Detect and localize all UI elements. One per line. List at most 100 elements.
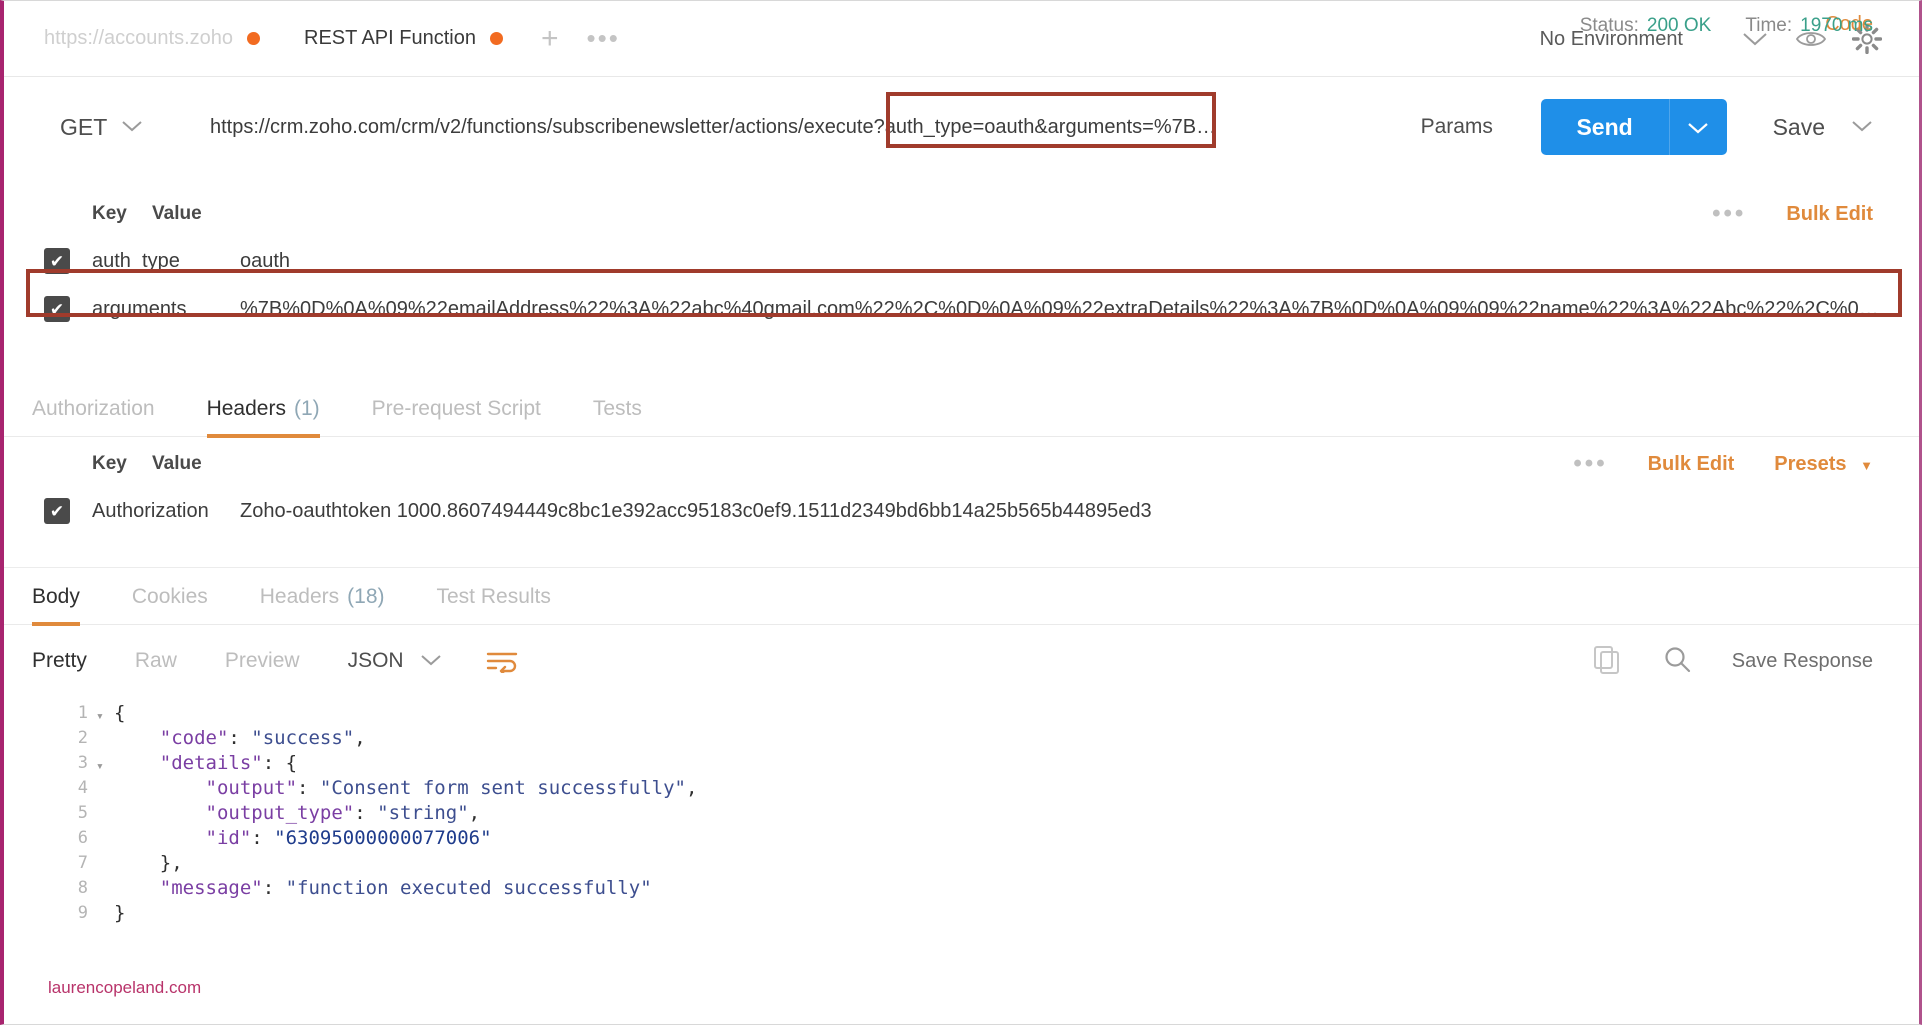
- params-row-key[interactable]: auth_type: [92, 250, 240, 273]
- method-selector[interactable]: GET: [60, 114, 210, 141]
- format-label: JSON: [347, 649, 404, 672]
- tab-label: Headers: [259, 584, 340, 608]
- send-group: Send: [1540, 99, 1727, 155]
- tab-label: Test Results: [436, 584, 551, 608]
- caret-down-icon: ▼: [1860, 457, 1873, 473]
- tab-body[interactable]: Body: [32, 569, 80, 626]
- headers-row-key[interactable]: Authorization: [92, 500, 240, 523]
- tab-count: (18): [347, 584, 385, 608]
- tab-cookies[interactable]: Cookies: [132, 569, 208, 625]
- fold-toggle-icon[interactable]: ▾: [96, 751, 114, 779]
- code-line: 8 "message": "function executed successf…: [4, 876, 1919, 901]
- tab-label: Body: [32, 584, 80, 608]
- status-badge: Status: 200 OK: [1580, 15, 1712, 37]
- tab-authorization[interactable]: Authorization: [32, 381, 155, 437]
- request-tab-accounts[interactable]: https://accounts.zoho: [22, 1, 282, 77]
- table-row[interactable]: ✔ Authorization Zoho-oauthtoken 1000.860…: [4, 487, 1919, 535]
- tab-pre-request-script[interactable]: Pre-request Script: [372, 381, 541, 437]
- tab-label: Cookies: [131, 584, 208, 608]
- code-line: 2 "code": "success",: [4, 726, 1919, 751]
- code-line: 3 ▾ "details": {: [4, 751, 1919, 776]
- view-pretty-button[interactable]: Pretty: [32, 649, 87, 673]
- tab-strip: https://accounts.zoho REST API Function …: [4, 1, 1919, 77]
- params-row-key[interactable]: arguments: [92, 298, 240, 321]
- headers-row-value[interactable]: Zoho-oauthtoken 1000.8607494449c8bc1e392…: [240, 500, 1919, 523]
- view-preview-button[interactable]: Preview: [225, 649, 300, 673]
- params-toggle[interactable]: Params: [1401, 115, 1541, 139]
- params-row-value[interactable]: %7B%0D%0A%09%22emailAddress%22%3A%22abc%…: [240, 298, 1919, 321]
- fold-toggle-icon[interactable]: ▾: [96, 701, 114, 729]
- tab-label: Headers: [206, 396, 286, 420]
- watermark: laurencopeland.com: [48, 978, 202, 997]
- code-text: }: [114, 902, 126, 924]
- tab-test-results[interactable]: Test Results: [437, 569, 551, 625]
- code-text: "code": "success",: [159, 727, 366, 749]
- response-status-area: Status: 200 OK Time: 1970 ms: [1580, 15, 1873, 37]
- line-number: 3: [77, 753, 88, 773]
- ellipsis-icon[interactable]: •••: [1573, 451, 1607, 476]
- send-options-chevron-down-icon[interactable]: [1668, 99, 1727, 155]
- code-line: 4 "output": "Consent form sent successfu…: [4, 776, 1919, 801]
- chevron-down-icon: [121, 119, 143, 136]
- new-tab-button[interactable]: +: [525, 23, 575, 54]
- tab-response-headers[interactable]: Headers (18): [260, 569, 385, 625]
- code-text: "output": "Consent form sent successfull…: [205, 777, 698, 799]
- params-bulk-edit-button[interactable]: Bulk Edit: [1786, 203, 1873, 226]
- line-number: 8: [77, 878, 88, 898]
- url-input[interactable]: https://crm.zoho.com/crm/v2/functions/su…: [210, 116, 1230, 139]
- checkbox-checked-icon: ✔: [44, 498, 70, 524]
- code-text: },: [159, 852, 183, 874]
- tab-tests[interactable]: Tests: [593, 381, 642, 437]
- line-number: 5: [77, 803, 88, 823]
- response-actions: Save Response: [1592, 644, 1873, 679]
- request-tab-rest-api-function[interactable]: REST API Function: [282, 1, 525, 77]
- method-label: GET: [60, 113, 108, 140]
- save-response-button[interactable]: Save Response: [1732, 650, 1873, 673]
- code-line: 7 },: [4, 851, 1919, 876]
- save-button[interactable]: Save: [1773, 114, 1825, 141]
- headers-row-checkbox[interactable]: ✔: [4, 498, 92, 524]
- tab-label: Pre-request Script: [371, 396, 541, 420]
- headers-presets-button[interactable]: Presets ▼: [1774, 453, 1873, 476]
- ellipsis-icon[interactable]: •••: [1712, 201, 1746, 226]
- tab-headers[interactable]: Headers (1): [206, 381, 320, 438]
- format-selector[interactable]: JSON: [348, 649, 442, 673]
- tab-options-ellipsis-icon[interactable]: •••: [574, 25, 631, 50]
- url-input-wrap: https://crm.zoho.com/crm/v2/functions/su…: [210, 91, 1401, 163]
- chevron-down-icon: [420, 653, 442, 669]
- headers-table: Key Value ••• Bulk Edit Presets ▼ ✔ Auth…: [4, 441, 1919, 535]
- response-body-code[interactable]: 1 ▾{2 "code": "success", 3 ▾ "details": {4 …: [4, 701, 1919, 964]
- params-row-checkbox[interactable]: ✔: [4, 248, 92, 274]
- params-row-checkbox[interactable]: ✔: [4, 296, 92, 322]
- tab-label: Tests: [592, 396, 642, 420]
- tab-label: Authorization: [32, 396, 155, 420]
- params-row-value[interactable]: oauth: [240, 250, 1919, 273]
- view-raw-button[interactable]: Raw: [135, 649, 177, 673]
- params-col-key: Key: [92, 203, 127, 224]
- copy-icon[interactable]: [1592, 644, 1622, 679]
- search-icon[interactable]: [1662, 644, 1692, 679]
- response-section-tabs: Body Cookies Headers (18) Test Results: [4, 569, 1919, 626]
- request-section-tabs: Authorization Headers (1) Pre-request Sc…: [4, 381, 1919, 438]
- word-wrap-icon[interactable]: [486, 649, 518, 673]
- table-row[interactable]: ✔ arguments %7B%0D%0A%09%22emailAddress%…: [4, 285, 1919, 333]
- line-number: 4: [77, 778, 88, 798]
- line-number: 7: [77, 853, 88, 873]
- time-label: Time:: [1745, 15, 1793, 36]
- code-text: "output_type": "string",: [205, 802, 481, 824]
- unsaved-dot-icon: [489, 32, 503, 45]
- code-line: 5 "output_type": "string",: [4, 801, 1919, 826]
- status-label: Status:: [1579, 15, 1639, 36]
- send-button[interactable]: Send: [1540, 99, 1669, 155]
- checkbox-checked-icon: ✔: [44, 296, 70, 322]
- url-bar: GET https://crm.zoho.com/crm/v2/function…: [4, 91, 1919, 163]
- params-table: Key Value ••• Bulk Edit ✔ auth_type oaut…: [4, 191, 1919, 333]
- table-row[interactable]: ✔ auth_type oauth: [4, 237, 1919, 285]
- save-options-chevron-down-icon[interactable]: [1851, 119, 1873, 136]
- status-value: 200 OK: [1646, 15, 1712, 36]
- headers-bulk-edit-button[interactable]: Bulk Edit: [1648, 453, 1735, 476]
